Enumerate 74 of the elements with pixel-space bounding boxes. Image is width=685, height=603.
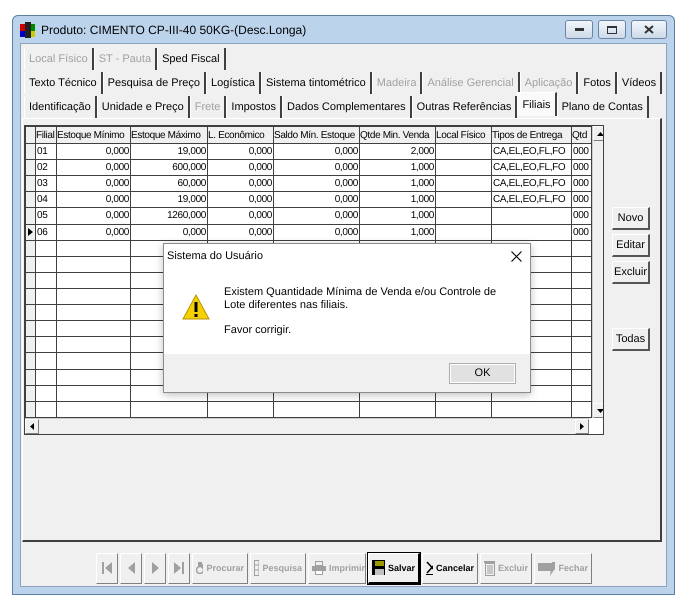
table-cell: 0,000 bbox=[208, 192, 274, 208]
table-cell: 60,000 bbox=[130, 176, 208, 192]
table-cell: 0,000 bbox=[56, 144, 130, 160]
table-cell: 0,000 bbox=[56, 192, 130, 208]
table-cell: CA,EL,EO,FL,FO bbox=[492, 144, 572, 160]
column-header[interactable]: Estoque Mínimo bbox=[56, 126, 130, 144]
table-cell: 0,000 bbox=[56, 176, 130, 192]
tab[interactable]: Filiais bbox=[517, 92, 557, 116]
window-title: Produto: CIMENTO CP-III-40 50KG-(Desc.Longa) bbox=[41, 22, 308, 36]
table-cell: 06 bbox=[36, 224, 56, 240]
table-cell: 1,000 bbox=[360, 208, 436, 224]
side-button[interactable]: Todas bbox=[612, 328, 650, 351]
table-cell: 04 bbox=[36, 192, 56, 208]
tab[interactable]: Dados Complementares bbox=[282, 96, 412, 118]
table-cell: 02 bbox=[36, 160, 56, 176]
tab[interactable]: Vídeos bbox=[616, 72, 662, 94]
table-cell: 0,000 bbox=[274, 224, 360, 240]
column-header[interactable]: Tipos de Entrega bbox=[492, 126, 572, 144]
tab[interactable]: Outras Referências bbox=[412, 96, 518, 118]
column-header[interactable]: Filial bbox=[36, 126, 56, 144]
column-header[interactable]: Estoque Máximo bbox=[130, 126, 208, 144]
table-cell: 600,000 bbox=[130, 160, 208, 176]
table-cell: 1,000 bbox=[360, 192, 436, 208]
table-cell: 2,000 bbox=[360, 144, 436, 160]
table-cell: 03 bbox=[36, 176, 56, 192]
tab[interactable]: Sistema tintométrico bbox=[261, 72, 372, 94]
table-cell: 1,000 bbox=[360, 176, 436, 192]
tab[interactable]: Identificação bbox=[24, 96, 97, 118]
table-cell: 0,000 bbox=[56, 224, 130, 240]
table-cell: 0,000 bbox=[274, 176, 360, 192]
table-cell: 01 bbox=[36, 144, 56, 160]
ok-button[interactable]: OK bbox=[449, 362, 516, 384]
table-cell: 0,000 bbox=[274, 192, 360, 208]
column-header[interactable]: Qtd bbox=[572, 126, 592, 144]
table-cell: 1260,000 bbox=[130, 208, 208, 224]
table-cell: CA,EL,EO,FL,FO bbox=[492, 192, 572, 208]
table-cell: 1,000 bbox=[360, 160, 436, 176]
column-header[interactable]: L. Econômico bbox=[208, 126, 274, 144]
table-cell: 0,000 bbox=[130, 224, 208, 240]
tab[interactable]: Plano de Contas bbox=[556, 96, 649, 118]
tab[interactable]: Logística bbox=[206, 72, 262, 94]
table-cell: 0,000 bbox=[274, 160, 360, 176]
tab[interactable]: Sped Fiscal bbox=[157, 48, 226, 70]
table-cell: 19,000 bbox=[130, 144, 208, 160]
toolbar-button[interactable]: Cancelar bbox=[422, 552, 478, 584]
dialog-title: Sistema do Usuário bbox=[167, 250, 263, 262]
table-cell: 1,000 bbox=[360, 224, 436, 240]
table-cell: CA,EL,EO,FL,FO bbox=[492, 160, 572, 176]
table-cell: 0,000 bbox=[274, 144, 360, 160]
tab[interactable]: Impostos bbox=[226, 96, 282, 118]
column-header[interactable]: Qtde Min. Venda bbox=[360, 126, 436, 144]
table-cell: 19,000 bbox=[130, 192, 208, 208]
side-button[interactable]: Excluir bbox=[612, 261, 650, 284]
table-cell: 0,000 bbox=[208, 160, 274, 176]
tab[interactable]: Fotos bbox=[578, 72, 617, 94]
table-cell: 0,000 bbox=[208, 144, 274, 160]
dialog-message: Existem Quantidade Mínima de Venda e/ou Controle de Lote diferentes nas filiais. bbox=[224, 286, 498, 312]
table-cell: 0,000 bbox=[208, 224, 274, 240]
tab[interactable]: Unidade e Preço bbox=[96, 96, 190, 118]
column-header[interactable]: Local Físico bbox=[436, 126, 492, 144]
table-cell: 0,000 bbox=[56, 160, 130, 176]
dialog-note: Favor corrigir. bbox=[224, 324, 292, 337]
side-button[interactable]: Novo bbox=[612, 207, 650, 230]
tab[interactable]: Texto Técnico bbox=[24, 72, 103, 94]
toolbar-button[interactable]: Salvar bbox=[368, 552, 420, 584]
side-button[interactable]: Editar bbox=[612, 234, 650, 257]
table-cell: 0,000 bbox=[208, 176, 274, 192]
table-cell: 05 bbox=[36, 208, 56, 224]
column-header[interactable]: Saldo Mín. Estoque bbox=[274, 126, 360, 144]
table-cell: 0,000 bbox=[208, 208, 274, 224]
table-cell: CA,EL,EO,FL,FO bbox=[492, 176, 572, 192]
table-cell: 0,000 bbox=[56, 208, 130, 224]
tab[interactable]: Pesquisa de Preço bbox=[102, 72, 206, 94]
table-cell: 0,000 bbox=[274, 208, 360, 224]
